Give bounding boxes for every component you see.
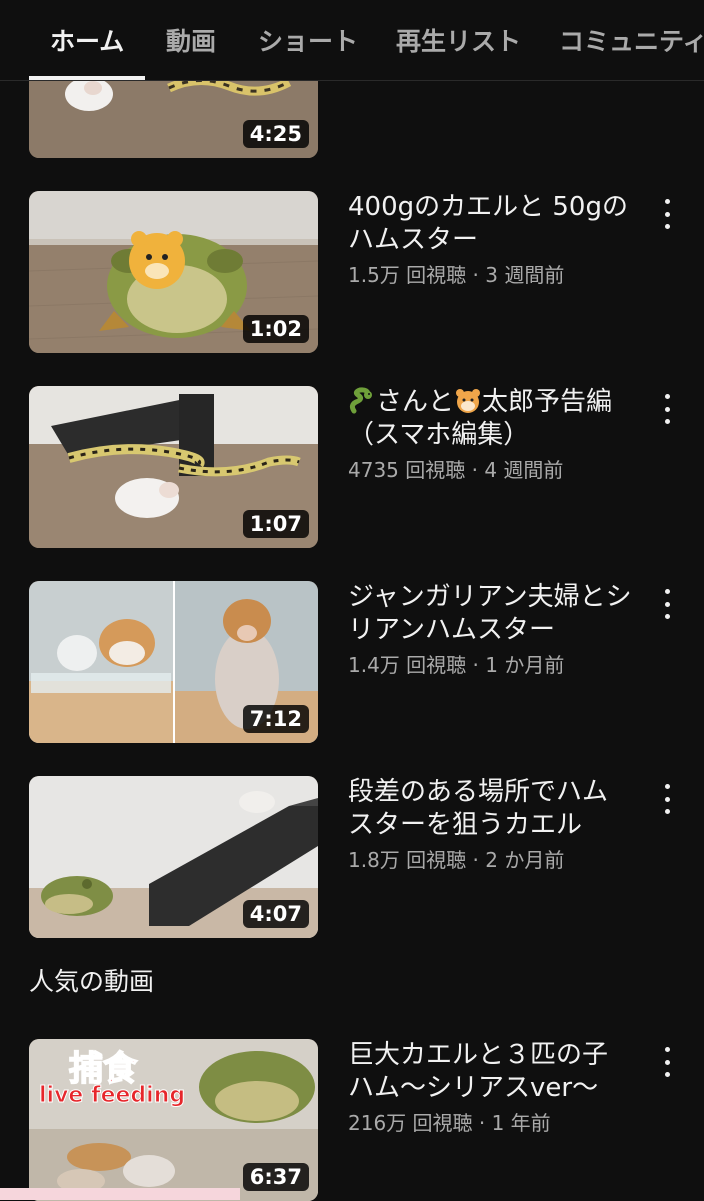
video-item[interactable]: 1:02 400gのカエルと 50gのハムスター 1.5万 回視聴 · 3 週間… xyxy=(0,191,704,353)
hamster-emoji-icon xyxy=(456,389,481,413)
snake-emoji-icon xyxy=(349,387,372,414)
more-options-icon[interactable] xyxy=(656,199,678,229)
video-thumbnail[interactable]: 1:07 xyxy=(29,386,318,548)
video-thumbnail[interactable]: 捕食 live feeding 6:37 xyxy=(29,1039,318,1201)
more-options-icon[interactable] xyxy=(656,589,678,619)
video-title-part: さんと xyxy=(376,387,455,417)
video-duration: 6:37 xyxy=(242,1163,309,1191)
video-item[interactable]: 4:07 段差のある場所でハムスターを狙うカエル 1.8万 回視聴 · 2 か月… xyxy=(0,776,704,938)
thumbnail-caption: live feeding xyxy=(38,1083,186,1109)
tab-home[interactable]: ホーム xyxy=(50,0,124,80)
video-metadata: 1.8万 回視聴 · 2 か月前 xyxy=(348,848,565,872)
video-title[interactable]: 段差のある場所でハムスターを狙うカエル xyxy=(348,776,633,842)
video-duration: 4:25 xyxy=(242,120,309,148)
video-item[interactable]: 捕食 live feeding 6:37 巨大カエルと３匹の子ハム〜シリアスve… xyxy=(0,1039,704,1201)
video-duration: 1:02 xyxy=(242,315,309,343)
video-title[interactable]: さんと 太郎予告編（スマホ編集） xyxy=(348,386,633,452)
more-options-icon[interactable] xyxy=(656,1047,678,1077)
video-title[interactable]: 400gのカエルと 50gのハムスター xyxy=(348,191,633,257)
tab-community[interactable]: コミュニティ xyxy=(559,0,704,80)
video-item[interactable]: 7:12 ジャンガリアン夫婦とシリアンハムスター 1.4万 回視聴 · 1 か月… xyxy=(0,581,704,743)
video-metadata: 1.4万 回視聴 · 1 か月前 xyxy=(348,653,565,677)
video-thumbnail[interactable]: 7:12 xyxy=(29,581,318,743)
section-title-popular: 人気の動画 xyxy=(29,967,155,996)
video-title[interactable]: 巨大カエルと３匹の子ハム〜シリアスver〜 xyxy=(348,1039,633,1105)
tab-videos[interactable]: 動画 xyxy=(166,0,216,80)
video-duration: 4:07 xyxy=(242,900,309,928)
video-thumbnail[interactable]: 1:02 xyxy=(29,191,318,353)
video-metadata: 1.5万 回視聴 · 3 週間前 xyxy=(348,263,565,287)
next-video-thumbnail-peek[interactable] xyxy=(0,1188,240,1200)
video-item[interactable]: 1:07 さんと 太郎予告編（スマホ編集） 4735 回視聴 · 4 週間前 xyxy=(0,386,704,548)
video-metadata: 4735 回視聴 · 4 週間前 xyxy=(348,458,564,482)
video-thumbnail[interactable]: 4:07 xyxy=(29,776,318,938)
active-tab-indicator xyxy=(29,76,145,80)
channel-tab-bar: ホーム 動画 ショート 再生リスト コミュニティ xyxy=(0,0,704,81)
video-title[interactable]: ジャンガリアン夫婦とシリアンハムスター xyxy=(348,581,633,647)
more-options-icon[interactable] xyxy=(656,784,678,814)
video-duration: 1:07 xyxy=(242,510,309,538)
video-duration: 7:12 xyxy=(242,705,309,733)
tab-playlists[interactable]: 再生リスト xyxy=(396,0,521,80)
video-metadata: 216万 回視聴 · 1 年前 xyxy=(348,1111,551,1135)
tab-shorts[interactable]: ショート xyxy=(258,0,358,80)
more-options-icon[interactable] xyxy=(656,394,678,424)
